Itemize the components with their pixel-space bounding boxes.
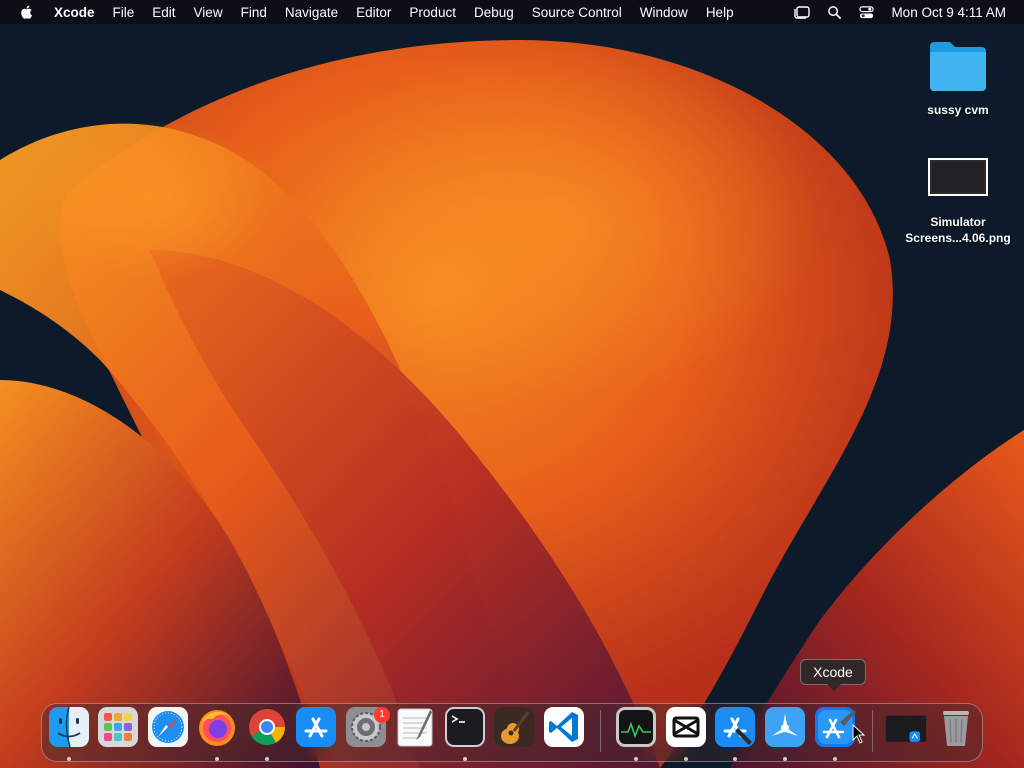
dock-item-textedit[interactable] [394, 706, 436, 748]
launchpad-icon [98, 707, 138, 747]
dock-item-trash[interactable] [935, 706, 977, 748]
desktop-screenshot-label-line1: Simulator [930, 215, 986, 229]
menu-product[interactable]: Product [400, 5, 465, 20]
terminal-icon [445, 707, 485, 747]
trash-icon [943, 711, 969, 746]
minimized-window-icon [885, 715, 927, 742]
desktop-folder-label: sussy cvm [927, 103, 989, 117]
dock-tooltip-arrow [827, 684, 841, 691]
menu-debug[interactable]: Debug [465, 5, 523, 20]
folder-icon [930, 42, 986, 91]
menu-find[interactable]: Find [232, 5, 276, 20]
chrome-icon [249, 709, 285, 746]
textedit-icon [397, 708, 433, 747]
xcode-alt-icon [715, 707, 755, 747]
wallpaper [0, 0, 1024, 768]
desktop-folder[interactable]: sussy cvm [893, 38, 1023, 118]
notification-badge: 1 [374, 707, 390, 723]
menu-bar-status-area: Mon Oct 9 4:11 AM [786, 0, 1024, 24]
dock-item-chrome[interactable] [246, 706, 288, 748]
mouse-cursor-icon [852, 724, 866, 744]
desktop: Xcode File Edit View Find Navigate Edito… [0, 0, 1024, 768]
menu-editor[interactable]: Editor [347, 5, 400, 20]
dock-tooltip-text: Xcode [813, 664, 853, 680]
dock-item-testflight[interactable] [764, 706, 806, 748]
menu-bar-clock[interactable]: Mon Oct 9 4:11 AM [891, 5, 1006, 20]
dock-item-firefox[interactable] [196, 706, 238, 748]
dock-divider [872, 710, 873, 752]
dock-item-activity-monitor[interactable] [615, 706, 657, 748]
dock-running-indicator [265, 757, 269, 761]
garageband-icon [494, 707, 534, 747]
screenshot-thumbnail-icon [928, 158, 988, 196]
menu-window[interactable]: Window [631, 5, 697, 20]
dock-running-indicator [215, 757, 219, 761]
menu-file[interactable]: File [104, 5, 144, 20]
activity-monitor-icon [616, 707, 656, 747]
dock-item-safari[interactable] [147, 706, 189, 748]
desktop-screenshot-file[interactable]: Simulator Screens...4.06.png [893, 158, 1023, 246]
testflight-icon [765, 707, 805, 747]
vscode-icon [544, 707, 584, 747]
menu-navigate[interactable]: Navigate [276, 5, 347, 20]
dock-running-indicator [463, 757, 467, 761]
dock-running-indicator [67, 757, 71, 761]
menu-view[interactable]: View [185, 5, 232, 20]
desktop-screenshot-label-line2: Screens...4.06.png [905, 231, 1011, 245]
dock-item-vscode[interactable] [543, 706, 585, 748]
search-icon[interactable] [825, 4, 843, 20]
control-center-icon[interactable] [857, 4, 875, 20]
dock-item-terminal[interactable] [444, 706, 486, 748]
dock-item-finder[interactable] [48, 706, 90, 748]
dock-item-garageband[interactable] [493, 706, 535, 748]
dock-running-indicator [733, 757, 737, 761]
dock-item-launchpad[interactable] [97, 706, 139, 748]
dock-divider [600, 710, 601, 752]
capcut-icon [666, 707, 706, 747]
app-menu-xcode[interactable]: Xcode [45, 5, 104, 20]
menu-bar: Xcode File Edit View Find Navigate Edito… [0, 0, 1024, 24]
xcode-icon [815, 707, 856, 747]
dock-item-xcode-alt[interactable] [714, 706, 756, 748]
dock-tooltip: Xcode [800, 659, 866, 685]
dock-item-minimized-window[interactable] [885, 706, 933, 748]
dock-item-app-store[interactable] [295, 706, 337, 748]
dock-item-capcut[interactable] [665, 706, 707, 748]
stage-manager-icon[interactable] [793, 4, 811, 20]
dock-running-indicator [783, 757, 787, 761]
menu-source-control[interactable]: Source Control [523, 5, 631, 20]
dock-item-xcode[interactable] [814, 706, 856, 748]
finder-icon [49, 706, 89, 748]
dock-running-indicator [634, 757, 638, 761]
menu-help[interactable]: Help [697, 5, 743, 20]
app-store-icon [296, 707, 336, 747]
menu-edit[interactable]: Edit [143, 5, 184, 20]
apple-logo-icon[interactable] [19, 4, 35, 20]
dock-running-indicator [833, 757, 837, 761]
firefox-icon [199, 710, 235, 746]
dock-running-indicator [684, 757, 688, 761]
safari-icon [148, 707, 188, 747]
